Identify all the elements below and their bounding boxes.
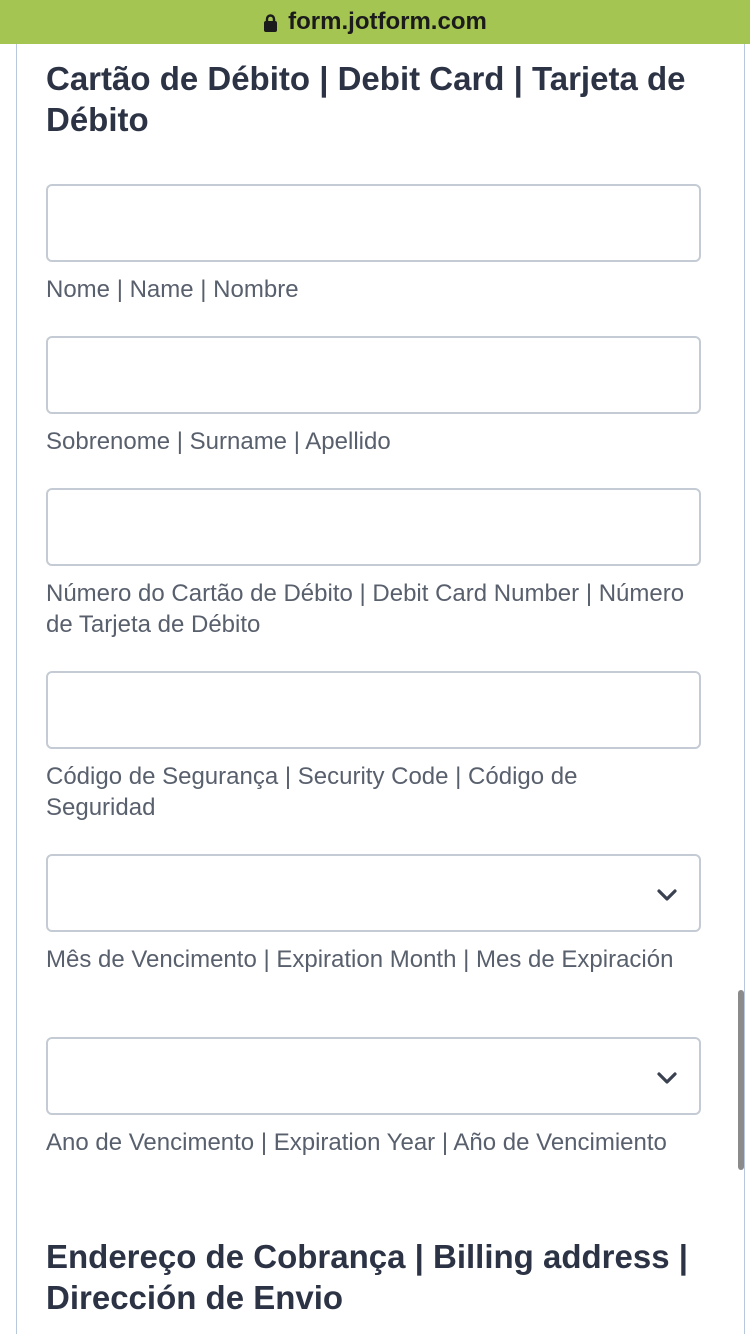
section-title-billing-address: Endereço de Cobrança | Billing address |… <box>46 1238 688 1316</box>
expiration-month-select[interactable] <box>46 854 701 932</box>
section-title-debit-card: Cartão de Débito | Debit Card | Tarjeta … <box>46 60 686 138</box>
browser-url-bar[interactable]: form.jotform.com <box>0 0 750 44</box>
card-number-field[interactable] <box>46 488 701 566</box>
name-input[interactable] <box>48 186 699 260</box>
chevron-down-icon <box>657 1072 677 1084</box>
name-sublabel: Nome | Name | Nombre <box>46 276 299 303</box>
expiration-year-select[interactable] <box>46 1037 701 1115</box>
surname-field[interactable] <box>46 336 701 414</box>
browser-url: form.jotform.com <box>288 8 487 35</box>
surname-sublabel: Sobrenome | Surname | Apellido <box>46 428 391 455</box>
expiration-year-sublabel: Ano de Vencimento | Expiration Year | Añ… <box>46 1129 667 1156</box>
expiration-month-sublabel: Mês de Vencimento | Expiration Month | M… <box>46 946 674 973</box>
surname-input[interactable] <box>48 338 699 412</box>
lock-icon <box>264 14 278 32</box>
page-scrollbar[interactable] <box>738 990 744 1170</box>
name-field[interactable] <box>46 184 701 262</box>
security-code-sublabel: Código de Segurança | Security Code | Có… <box>46 763 578 821</box>
security-code-input[interactable] <box>48 673 699 747</box>
security-code-field[interactable] <box>46 671 701 749</box>
chevron-down-icon <box>657 889 677 901</box>
card-number-input[interactable] <box>48 490 699 564</box>
card-number-sublabel: Número do Cartão de Débito | Debit Card … <box>46 580 685 638</box>
